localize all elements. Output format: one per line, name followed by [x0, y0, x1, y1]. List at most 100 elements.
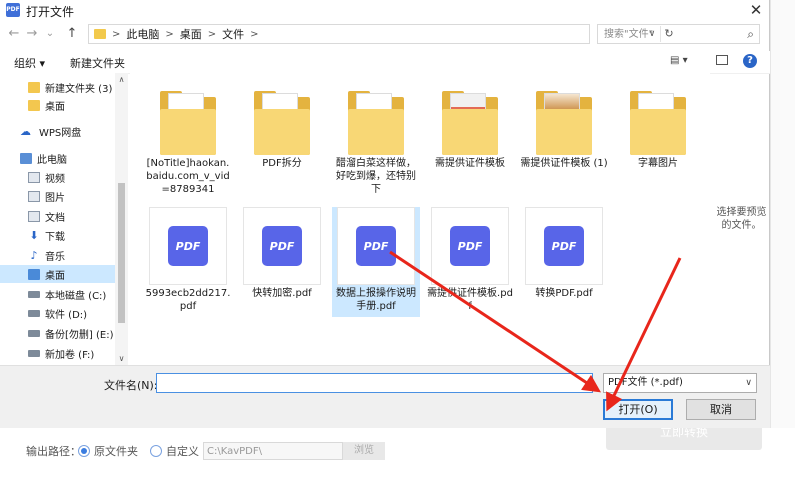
pdf-file-icon: PDF — [356, 226, 396, 266]
file-type-filter[interactable]: PDF文件 (*.pdf) ∨ — [603, 373, 757, 393]
pdf-file-icon: PDF — [262, 226, 302, 266]
back-arrow-icon[interactable]: ← — [6, 24, 22, 44]
sidebar-item-pictures[interactable]: 图片 — [0, 187, 115, 205]
folder-icon — [160, 87, 216, 155]
pdf-thumbnail: PDF — [431, 207, 509, 285]
search-input[interactable] — [598, 27, 741, 41]
folder-item[interactable]: 需提供证件模板 (1) — [520, 87, 608, 170]
sidebar-item-music[interactable]: ♪ 音乐 — [0, 246, 115, 264]
drive-icon — [28, 349, 40, 357]
breadcrumb-this-pc[interactable]: 此电脑 — [126, 26, 159, 42]
folder-item[interactable]: PDF拆分 — [238, 87, 326, 170]
music-icon: ♪ — [30, 248, 38, 262]
pdf-file-item[interactable]: PDF 转换PDF.pdf — [520, 207, 608, 300]
folder-icon — [28, 99, 40, 111]
output-path-field[interactable]: C:\KavPDF\ — [203, 442, 343, 460]
scroll-down-icon[interactable]: ∨ — [115, 354, 128, 363]
recent-locations-dropdown-icon[interactable]: ⌄ — [42, 24, 58, 44]
sidebar-item-downloads[interactable]: ⬇ 下载 — [0, 226, 115, 244]
pdf-file-item[interactable]: PDF 快转加密.pdf — [238, 207, 326, 300]
sidebar-item-drive-d[interactable]: 软件 (D:) — [0, 304, 115, 322]
folder-item[interactable]: 字幕图片 — [614, 87, 702, 170]
chevron-right-icon[interactable]: > — [208, 29, 216, 40]
view-options-icon[interactable]: ▤ ▾ — [670, 55, 688, 66]
sidebar-item-drive-e[interactable]: 备份[勿删] (E:) — [0, 324, 115, 342]
desktop-icon — [28, 268, 40, 280]
pdf-thumbnail: PDF — [337, 207, 415, 285]
chevron-right-icon[interactable]: > — [250, 29, 258, 40]
app-pdf-icon: PDF — [6, 3, 20, 17]
chevron-down-icon[interactable]: ∨ — [745, 374, 752, 392]
browse-button[interactable]: 浏览 — [343, 442, 385, 460]
preview-pane-icon[interactable] — [716, 55, 728, 65]
cancel-button[interactable]: 取消 — [686, 399, 756, 420]
up-arrow-icon[interactable]: ↑ — [64, 24, 80, 44]
sidebar-item-documents[interactable]: 文档 — [0, 207, 115, 225]
chevron-right-icon[interactable]: > — [165, 29, 173, 40]
dialog-titlebar: PDF 打开文件 ✕ — [0, 0, 770, 22]
open-button[interactable]: 打开(O) — [603, 399, 673, 420]
preview-pane-message: 选择要预览的文件。 — [716, 207, 767, 231]
folder-item[interactable]: 需提供证件模板 — [426, 87, 514, 170]
output-option-custom[interactable]: 自定义 — [150, 441, 199, 461]
drive-icon — [28, 309, 40, 317]
scrollbar-thumb[interactable] — [118, 183, 125, 323]
close-button[interactable]: ✕ — [742, 0, 770, 20]
breadcrumb-desktop[interactable]: 桌面 — [180, 26, 202, 42]
cloud-icon: ☁ — [20, 124, 31, 138]
pdf-thumbnail: PDF — [525, 207, 603, 285]
sidebar-item-wps-cloud[interactable]: ☁ WPS网盘 — [0, 122, 115, 140]
scroll-up-icon[interactable]: ∧ — [115, 75, 128, 84]
folder-icon — [442, 87, 498, 155]
sidebar-item-desktop-quick[interactable]: 桌面 — [0, 96, 115, 114]
pdf-thumbnail: PDF — [149, 207, 227, 285]
organize-menu[interactable]: 组织 ▾ — [14, 55, 45, 71]
open-file-dialog: PDF 打开文件 ✕ ← → ⌄ ↑ > 此电脑 > 桌面 > 文件 > ∨ ↻… — [0, 0, 770, 428]
pdf-file-item[interactable]: PDF 5993ecb2dd217.pdf — [144, 207, 232, 313]
video-icon — [28, 171, 40, 183]
folder-item[interactable]: 醋溜白菜这样做，好吃到爆，还特别下 — [332, 87, 420, 196]
navigation-pane: 新建文件夹 (3) 桌面 ☁ WPS网盘 此电脑 视频 图片 文档 ⬇ 下载 ♪… — [0, 73, 128, 365]
sidebar-item-drive-c[interactable]: 本地磁盘 (C:) — [0, 285, 115, 303]
filename-label: 文件名(N): — [104, 379, 158, 392]
folder-item[interactable]: [NoTitle]haokan.baidu.com_v_vid=8789341 — [144, 87, 232, 196]
folder-icon — [348, 87, 404, 155]
breadcrumb-files[interactable]: 文件 — [222, 26, 244, 42]
sidebar-scrollbar[interactable]: ∧ ∨ — [115, 73, 128, 365]
drive-icon — [28, 290, 40, 298]
help-icon[interactable]: ? — [743, 54, 757, 68]
download-icon: ⬇ — [29, 228, 39, 242]
radio-icon[interactable] — [150, 445, 162, 457]
drive-icon — [28, 329, 40, 337]
pdf-file-item[interactable]: PDF 需提供证件模板.pdf — [426, 207, 514, 313]
pdf-file-icon: PDF — [450, 226, 490, 266]
command-toolbar: 组织 ▾ 新建文件夹 ▤ ▾ ? — [0, 51, 770, 74]
sidebar-item-drive-f[interactable]: 新加卷 (F:) — [0, 344, 115, 362]
search-icon[interactable]: ⌕ — [747, 27, 754, 42]
file-list: [NoTitle]haokan.baidu.com_v_vid=8789341 … — [130, 73, 710, 365]
dialog-title: 打开文件 — [26, 5, 75, 19]
output-option-source[interactable]: 原文件夹 — [78, 441, 138, 461]
sidebar-item-desktop[interactable]: 桌面 — [0, 265, 115, 283]
folder-icon — [536, 87, 592, 155]
document-icon — [28, 210, 40, 222]
pdf-thumbnail: PDF — [243, 207, 321, 285]
pdf-file-icon: PDF — [168, 226, 208, 266]
folder-icon — [630, 87, 686, 155]
computer-icon — [20, 152, 32, 164]
search-box[interactable]: ⌕ — [597, 24, 760, 44]
background-panel — [770, 0, 795, 481]
navigation-bar: ← → ⌄ ↑ > 此电脑 > 桌面 > 文件 > ∨ ↻ ⌕ — [0, 24, 770, 44]
new-folder-button[interactable]: 新建文件夹 — [70, 55, 125, 71]
sidebar-item-new-folder-3[interactable]: 新建文件夹 (3) — [0, 78, 115, 96]
chevron-right-icon[interactable]: > — [112, 29, 120, 40]
radio-selected-icon[interactable] — [78, 445, 90, 457]
folder-icon — [28, 81, 40, 93]
sidebar-item-this-pc[interactable]: 此电脑 — [0, 149, 115, 167]
filename-input[interactable] — [156, 373, 593, 393]
sidebar-item-videos[interactable]: 视频 — [0, 168, 115, 186]
pdf-file-item-selected[interactable]: PDF 数据上报操作说明手册.pdf — [332, 207, 420, 317]
forward-arrow-icon[interactable]: → — [24, 24, 40, 44]
address-bar[interactable]: > 此电脑 > 桌面 > 文件 > ∨ ↻ — [88, 24, 674, 44]
output-path-label: 输出路径： — [26, 445, 81, 458]
